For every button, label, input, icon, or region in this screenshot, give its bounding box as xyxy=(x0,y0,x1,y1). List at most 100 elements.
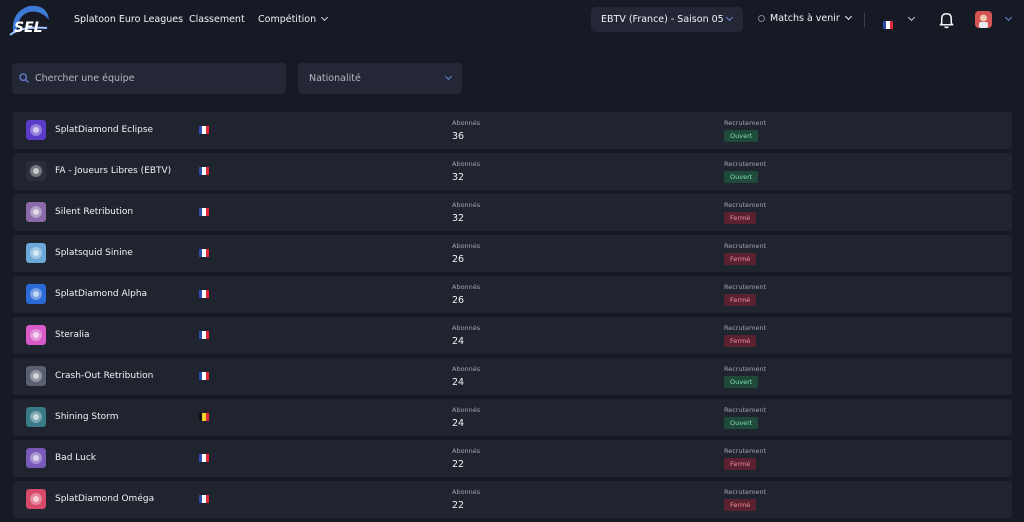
team-name[interactable]: SplatDiamond Oméga xyxy=(55,494,154,504)
recruitment-label: Recrutement xyxy=(724,324,767,332)
upcoming-matches-menu[interactable]: Matchs à venir xyxy=(758,12,852,24)
team-row[interactable]: Crash-Out Retribution Abonnés 24 Recrute… xyxy=(13,358,1012,395)
team-row[interactable]: FA - Joueurs Libres (EBTV) Abonnés 32 Re… xyxy=(13,153,1012,190)
subscribers-count: 26 xyxy=(452,254,465,265)
recruitment-status-badge: Fermé xyxy=(724,335,757,347)
flag-fr-icon xyxy=(199,372,209,380)
team-row[interactable]: Shining Storm Abonnés 24 Recrutement Ouv… xyxy=(13,399,1012,436)
flag-fr-icon xyxy=(199,331,209,339)
season-select-value: EBTV (France) - Saison 05 xyxy=(601,14,724,25)
team-name[interactable]: Silent Retribution xyxy=(55,207,133,217)
team-name[interactable]: Crash-Out Retribution xyxy=(55,371,153,381)
subscribers-label: Abonnés xyxy=(452,242,481,250)
team-logo xyxy=(26,243,46,263)
language-select[interactable] xyxy=(883,13,916,33)
subscribers-label: Abonnés xyxy=(452,160,481,168)
recruitment-label: Recrutement xyxy=(724,488,767,496)
team-row[interactable]: Steralia Abonnés 24 Recrutement Fermé xyxy=(13,317,1012,354)
team-logo xyxy=(26,284,46,304)
flag-fr-icon xyxy=(883,21,893,29)
team-name[interactable]: SplatDiamond Alpha xyxy=(55,289,147,299)
subscribers-label: Abonnés xyxy=(452,447,481,455)
subscribers-label: Abonnés xyxy=(452,119,481,127)
subscribers-count: 24 xyxy=(452,377,465,388)
team-row[interactable]: Bad Luck Abonnés 22 Recrutement Fermé xyxy=(13,440,1012,477)
team-name[interactable]: Steralia xyxy=(55,330,90,340)
recruitment-status-badge: Ouvert xyxy=(724,417,759,429)
subscribers-count: 24 xyxy=(452,336,465,347)
logo-text: SEL xyxy=(14,20,43,36)
subscribers-count: 32 xyxy=(452,213,465,224)
season-select[interactable]: EBTV (France) - Saison 05 xyxy=(591,7,743,32)
chevron-down-icon xyxy=(844,12,852,21)
team-logo xyxy=(26,448,46,468)
team-name[interactable]: Bad Luck xyxy=(55,453,96,463)
recruitment-label: Recrutement xyxy=(724,119,767,127)
recruitment-status-badge: Fermé xyxy=(724,499,757,511)
team-name[interactable]: Shining Storm xyxy=(55,412,118,422)
team-row[interactable]: SplatDiamond Oméga Abonnés 22 Recrutemen… xyxy=(13,481,1012,518)
subscribers-label: Abonnés xyxy=(452,365,481,373)
bell-icon[interactable] xyxy=(937,10,956,29)
flag-fr-icon xyxy=(199,454,209,462)
flag-fr-icon xyxy=(199,495,209,503)
flag-fr-icon xyxy=(199,126,209,134)
team-name[interactable]: SplatDiamond Eclipse xyxy=(55,125,153,135)
recruitment-status-badge: Fermé xyxy=(724,458,757,470)
chevron-down-icon xyxy=(725,13,734,22)
chevron-down-icon xyxy=(444,72,453,81)
team-row[interactable]: SplatDiamond Alpha Abonnés 26 Recrutemen… xyxy=(13,276,1012,313)
subscribers-count: 36 xyxy=(452,131,465,142)
chevron-down-icon xyxy=(321,13,329,22)
team-logo xyxy=(26,202,46,222)
flag-fr-icon xyxy=(199,290,209,298)
upcoming-matches-label: Matchs à venir xyxy=(770,13,840,24)
avatar-image xyxy=(975,11,992,28)
recruitment-label: Recrutement xyxy=(724,242,767,250)
nav-competition-menu[interactable]: Compétition xyxy=(258,13,329,25)
team-name[interactable]: FA - Joueurs Libres (EBTV) xyxy=(55,166,171,176)
subscribers-count: 24 xyxy=(452,418,465,429)
recruitment-status-badge: Ouvert xyxy=(724,171,759,183)
recruitment-label: Recrutement xyxy=(724,365,767,373)
flag-be-icon xyxy=(199,413,209,421)
chevron-down-icon xyxy=(907,13,916,22)
subscribers-count: 22 xyxy=(452,459,465,470)
recruitment-label: Recrutement xyxy=(724,160,767,168)
team-search-input[interactable] xyxy=(12,63,286,94)
subscribers-count: 22 xyxy=(452,500,465,511)
team-row[interactable]: Silent Retribution Abonnés 32 Recrutemen… xyxy=(13,194,1012,231)
recruitment-status-badge: Fermé xyxy=(724,253,757,265)
team-logo xyxy=(26,161,46,181)
subscribers-count: 32 xyxy=(452,172,465,183)
team-list: SplatDiamond Eclipse Abonnés 36 Recrutem… xyxy=(13,112,1012,522)
team-row[interactable]: Splatsquid Sinine Abonnés 26 Recrutement… xyxy=(13,235,1012,272)
user-avatar[interactable] xyxy=(975,11,992,28)
top-navbar: SEL Splatoon Euro Leagues Classement Com… xyxy=(0,0,1024,42)
team-name[interactable]: Splatsquid Sinine xyxy=(55,248,133,258)
recruitment-status-badge: Ouvert xyxy=(724,376,759,388)
nationality-select[interactable]: Nationalité xyxy=(298,63,462,94)
recruitment-label: Recrutement xyxy=(724,201,767,209)
clock-icon xyxy=(758,15,765,22)
recruitment-label: Recrutement xyxy=(724,406,767,414)
team-logo xyxy=(26,120,46,140)
flag-fr-icon xyxy=(199,167,209,175)
team-logo xyxy=(26,325,46,345)
subscribers-label: Abonnés xyxy=(452,324,481,332)
nav-competition-label: Compétition xyxy=(258,14,317,25)
nav-ranking-link[interactable]: Classement xyxy=(189,14,245,25)
nav-divider xyxy=(864,13,865,27)
subscribers-label: Abonnés xyxy=(452,406,481,414)
recruitment-label: Recrutement xyxy=(724,283,767,291)
nationality-select-label: Nationalité xyxy=(309,73,361,84)
team-logo xyxy=(26,407,46,427)
subscribers-label: Abonnés xyxy=(452,283,481,291)
flag-fr-icon xyxy=(199,249,209,257)
search-icon xyxy=(19,73,29,83)
flag-fr-icon xyxy=(199,208,209,216)
nav-brand-link[interactable]: Splatoon Euro Leagues xyxy=(74,14,183,25)
chevron-down-icon[interactable] xyxy=(1004,13,1013,22)
sel-logo[interactable]: SEL xyxy=(7,2,51,38)
team-row[interactable]: SplatDiamond Eclipse Abonnés 36 Recrutem… xyxy=(13,112,1012,149)
